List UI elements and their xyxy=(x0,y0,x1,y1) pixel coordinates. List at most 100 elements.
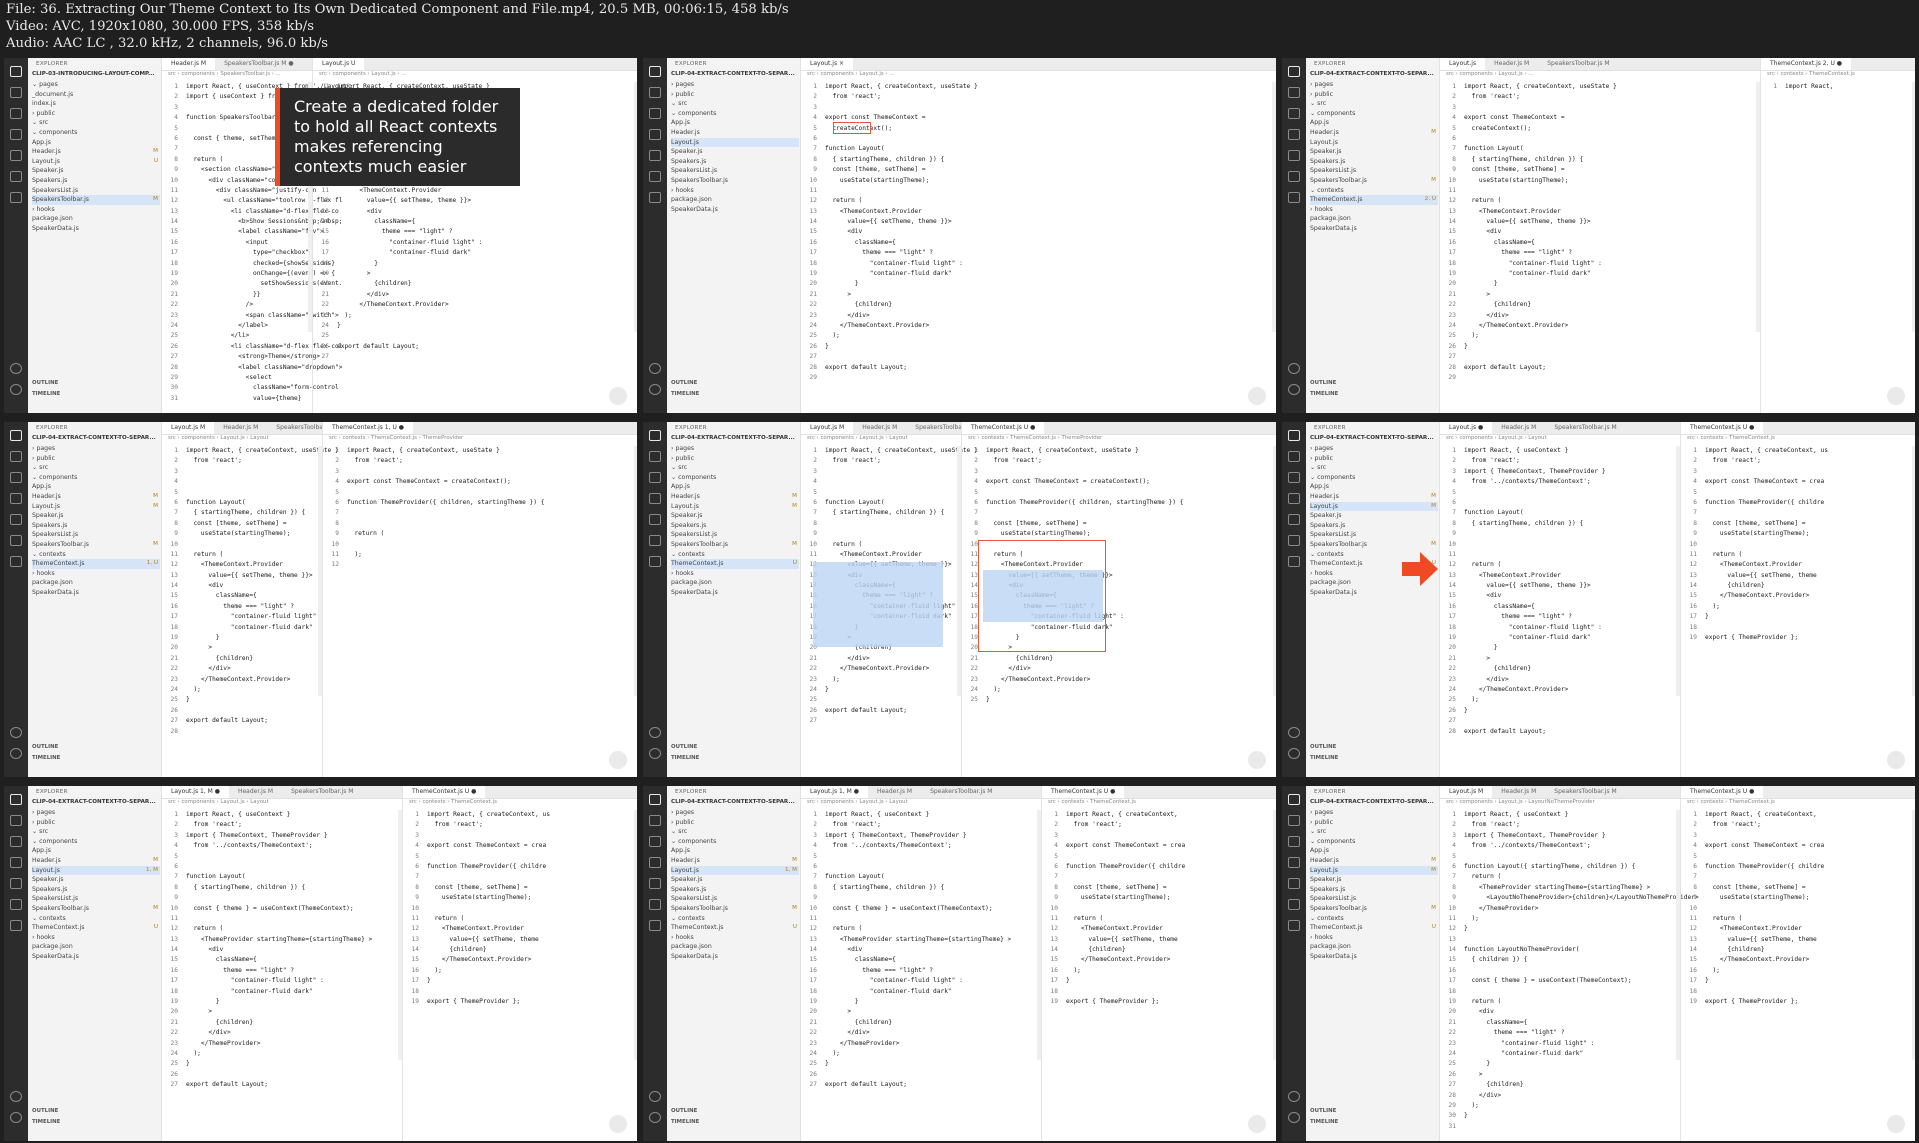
file-tree-item[interactable]: SpeakersToolbar.js M xyxy=(32,540,160,550)
source-control-icon[interactable] xyxy=(1288,472,1300,483)
file-tree-item[interactable]: SpeakersList.js xyxy=(1310,166,1438,176)
file-tree-item[interactable]: ⌄ contexts xyxy=(32,550,160,560)
settings-gear-icon[interactable] xyxy=(1288,1112,1300,1123)
copilot-floating-icon[interactable] xyxy=(1248,751,1266,769)
file-tree-item[interactable]: package.json xyxy=(671,195,799,205)
account-icon[interactable] xyxy=(1288,727,1300,738)
editor-tab[interactable]: ThemeContext.js U ● xyxy=(1681,422,1764,434)
file-tree-item[interactable]: SpeakersToolbar.js M xyxy=(671,904,799,914)
file-tree-item[interactable]: › public xyxy=(32,454,160,464)
breadcrumb[interactable]: src › components › Layout.js › LayoutNoT… xyxy=(1440,799,1680,807)
timeline-section-header[interactable]: TIMELINE xyxy=(671,1119,699,1125)
file-tree-item[interactable]: ⌄ src xyxy=(1310,99,1438,109)
breadcrumb[interactable]: src › contexts › ThemeContext.js xyxy=(1681,435,1915,443)
workspace-root-folder[interactable]: CLIP-04-EXTRACT-CONTEXT-TO-SEPAR... xyxy=(1310,435,1434,441)
file-tree-item[interactable]: ⌄ pages xyxy=(32,80,160,90)
file-tree-item[interactable]: › public xyxy=(671,454,799,464)
file-tree-item[interactable]: › pages xyxy=(671,808,799,818)
file-tree-item[interactable]: Speaker.js xyxy=(671,511,799,521)
file-tree-item[interactable]: Layout.js M xyxy=(32,502,160,512)
outline-section-header[interactable]: OUTLINE xyxy=(1310,380,1336,386)
breadcrumb[interactable]: src › components › Layout.js › ... xyxy=(1440,71,1760,79)
file-tree-item[interactable]: ⌄ components xyxy=(32,473,160,483)
remote-icon[interactable] xyxy=(10,899,22,910)
file-tree-item[interactable]: › public xyxy=(32,818,160,828)
remote-icon[interactable] xyxy=(649,535,661,546)
timeline-section-header[interactable]: TIMELINE xyxy=(671,755,699,761)
file-tree-item[interactable]: Layout.js M xyxy=(1310,501,1438,512)
workspace-root-folder[interactable]: CLIP-04-EXTRACT-CONTEXT-TO-SEPAR... xyxy=(32,799,156,805)
file-tree-item[interactable]: SpeakerData.js xyxy=(1310,952,1438,962)
copilot-floating-icon[interactable] xyxy=(609,387,627,405)
run-debug-icon[interactable] xyxy=(1288,129,1300,140)
files-icon[interactable] xyxy=(1288,794,1300,805)
file-tree-item[interactable]: Layout.js U xyxy=(32,157,160,167)
editor-tab[interactable]: ThemeContext.js 2, U ● xyxy=(1761,58,1851,70)
remote-icon[interactable] xyxy=(1288,535,1300,546)
scrollbar[interactable] xyxy=(1273,810,1276,1060)
breadcrumb[interactable]: src › components › Layout.js › Layout xyxy=(1440,435,1680,443)
testing-icon[interactable] xyxy=(10,556,22,567)
file-tree-item[interactable]: › pages xyxy=(671,80,799,90)
file-tree-item[interactable]: Speaker.js xyxy=(1310,147,1438,157)
file-tree-item[interactable]: Layout.js 1, M xyxy=(32,865,160,876)
extensions-icon[interactable] xyxy=(649,878,661,889)
copilot-floating-icon[interactable] xyxy=(609,751,627,769)
scrollbar[interactable] xyxy=(1272,82,1276,332)
file-tree-item[interactable]: › hooks xyxy=(32,205,160,215)
copilot-floating-icon[interactable] xyxy=(1887,1115,1905,1133)
search-icon[interactable] xyxy=(10,87,22,98)
breadcrumb[interactable]: src › components › Layout.js › Layout xyxy=(162,435,322,443)
workspace-root-folder[interactable]: CLIP-04-EXTRACT-CONTEXT-TO-SEPAR... xyxy=(1310,71,1434,77)
file-tree-item[interactable]: ⌄ components xyxy=(671,473,799,483)
code-editor[interactable]: 1 import React, { createContext, us 2 from… xyxy=(403,810,637,1007)
account-icon[interactable] xyxy=(649,1091,661,1102)
file-tree-item[interactable]: package.json xyxy=(32,942,160,952)
file-tree-item[interactable]: › pages xyxy=(32,808,160,818)
file-tree-item[interactable]: ⌄ components xyxy=(1310,837,1438,847)
editor-tab[interactable]: Layout.js 1, M ● xyxy=(801,786,868,798)
editor-tab[interactable]: Header.js M xyxy=(853,422,906,434)
remote-icon[interactable] xyxy=(10,171,22,182)
extensions-icon[interactable] xyxy=(10,150,22,161)
settings-gear-icon[interactable] xyxy=(1288,384,1300,395)
file-tree-item[interactable]: Speakers.js xyxy=(32,521,160,531)
file-tree-item[interactable]: App.js xyxy=(32,482,160,492)
file-tree-item[interactable]: ⌄ src xyxy=(671,827,799,837)
file-tree-item[interactable]: Speaker.js xyxy=(1310,511,1438,521)
file-tree-item[interactable]: ⌄ src xyxy=(1310,463,1438,473)
file-tree-item[interactable]: Speakers.js xyxy=(671,885,799,895)
file-tree-item[interactable]: SpeakersToolbar.js M xyxy=(32,904,160,914)
file-tree-item[interactable]: Speaker.js xyxy=(671,147,799,157)
workspace-root-folder[interactable]: CLIP-04-EXTRACT-CONTEXT-TO-SEPAR... xyxy=(32,435,156,441)
file-tree-item[interactable]: ⌄ contexts xyxy=(1310,186,1438,196)
code-editor[interactable]: 1 import React, { createContext, us 2 from… xyxy=(1681,446,1915,643)
code-editor[interactable]: 1 import React, xyxy=(1761,82,1915,92)
file-tree-item[interactable]: Layout.js xyxy=(1310,138,1438,148)
testing-icon[interactable] xyxy=(10,192,22,203)
copilot-floating-icon[interactable] xyxy=(609,1115,627,1133)
file-tree-item[interactable]: SpeakersList.js xyxy=(671,166,799,176)
file-tree-item[interactable]: Speakers.js xyxy=(32,176,160,186)
file-tree-item[interactable]: Speaker.js xyxy=(32,875,160,885)
file-tree-item[interactable]: Header.js M xyxy=(671,492,799,502)
file-tree-item[interactable]: ⌄ components xyxy=(32,837,160,847)
source-control-icon[interactable] xyxy=(1288,836,1300,847)
scrollbar[interactable] xyxy=(1912,810,1915,1060)
editor-tab[interactable]: SpeakersToolbar.js M xyxy=(282,786,362,798)
file-tree-item[interactable]: › hooks xyxy=(32,933,160,943)
extensions-icon[interactable] xyxy=(649,150,661,161)
file-tree-item[interactable]: SpeakersToolbar.js xyxy=(671,176,799,186)
file-tree-item[interactable]: Layout.js xyxy=(671,137,799,148)
file-tree-item[interactable]: ThemeContext.js U xyxy=(1310,923,1438,933)
file-tree-item[interactable]: SpeakersToolbar.js M xyxy=(1310,904,1438,914)
file-tree-item[interactable]: ⌄ components xyxy=(671,837,799,847)
file-tree-item[interactable]: › public xyxy=(32,109,160,119)
files-icon[interactable] xyxy=(1288,66,1300,77)
source-control-icon[interactable] xyxy=(10,472,22,483)
settings-gear-icon[interactable] xyxy=(10,748,22,759)
account-icon[interactable] xyxy=(10,727,22,738)
file-tree-item[interactable]: ⌄ components xyxy=(1310,109,1438,119)
account-icon[interactable] xyxy=(1288,363,1300,374)
editor-tab[interactable]: Header.js M xyxy=(1492,786,1545,798)
